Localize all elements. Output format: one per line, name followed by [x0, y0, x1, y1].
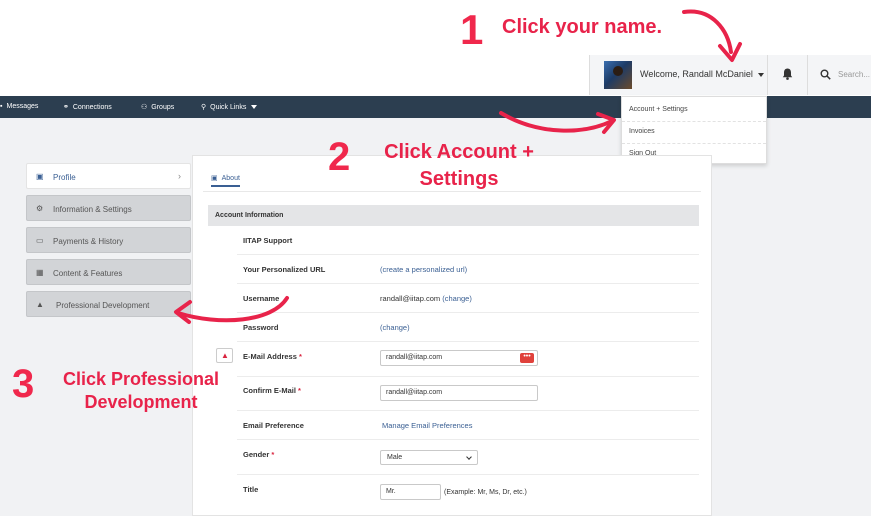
grid-icon: ▦	[36, 268, 44, 277]
divider	[622, 121, 766, 122]
confirm-email-field[interactable]: randall@iitap.com	[380, 385, 538, 401]
confirm-email-label: Confirm E-Mail *	[243, 386, 301, 395]
person-icon: ▲	[221, 351, 229, 360]
search-input[interactable]: Search...	[838, 70, 870, 79]
sidebar-item-payments-history[interactable]: ▭ Payments & History	[26, 227, 191, 253]
profile-icon: ▣	[36, 172, 44, 181]
password-manager-icon[interactable]: •••	[520, 353, 534, 363]
divider	[622, 143, 766, 144]
step-1-number: 1	[460, 6, 484, 53]
chevron-down-icon	[466, 454, 472, 460]
email-pref-label: Email Preference	[243, 421, 304, 430]
divider	[237, 410, 699, 411]
divider	[237, 439, 699, 440]
connections-icon: ⚭	[63, 104, 69, 111]
divider	[237, 376, 699, 377]
nav-item-messages[interactable]: ▪ Messages	[0, 103, 38, 110]
step-3-number: 3	[12, 362, 35, 406]
divider	[237, 312, 699, 313]
menu-item-invoices[interactable]: Invoices	[629, 128, 655, 135]
step-3-text: Click Professional Development	[62, 369, 220, 412]
chevron-right-icon: ›	[178, 171, 181, 181]
password-label: Password	[243, 323, 279, 332]
gender-label: Gender *	[243, 450, 275, 459]
chat-icon: ▪	[0, 103, 3, 110]
sidebar-item-professional-development[interactable]: ▲ Professional Development	[26, 291, 191, 317]
search-icon	[820, 69, 831, 80]
step-1-text: Click your name.	[502, 16, 663, 38]
notifications-button[interactable]	[767, 55, 807, 95]
username-change-link[interactable]: (change)	[442, 294, 472, 303]
divider	[203, 191, 701, 192]
gender-select[interactable]: Male	[380, 450, 478, 465]
profile-icon: ▣	[211, 175, 218, 182]
welcome-label: Welcome, Randall McDaniel	[640, 69, 764, 79]
nav-item-groups[interactable]: ⚇ Groups	[141, 103, 174, 111]
title-label: Title	[243, 485, 259, 494]
username-value: randall@iitap.com (change)	[380, 294, 472, 303]
section-header: Account Information	[208, 205, 699, 226]
sidebar-item-profile[interactable]: ▣ Profile ›	[26, 163, 191, 189]
email-preferences-link[interactable]: Manage Email Preferences	[382, 421, 472, 430]
sidebar-item-information-settings[interactable]: ⚙ Information & Settings	[26, 195, 191, 221]
profile-panel: ▣ About Account Information IITAP Support…	[192, 155, 712, 516]
username-label: Username	[243, 294, 280, 303]
email-label: E-Mail Address *	[243, 352, 302, 361]
nav-item-quick-links[interactable]: ⚲ Quick Links	[201, 103, 258, 111]
avatar	[604, 61, 632, 89]
title-field[interactable]: Mr.	[380, 484, 441, 500]
step-2-number: 2	[328, 135, 351, 179]
tab-about[interactable]: ▣ About	[211, 174, 240, 187]
create-url-link[interactable]: (create a personalized url)	[380, 265, 467, 274]
user-dropdown-menu: Account + Settings Invoices Sign Out	[621, 96, 767, 164]
money-icon: ▭	[36, 236, 44, 245]
groups-icon: ⚇	[141, 104, 148, 111]
search-box[interactable]: Search...	[807, 55, 871, 95]
org-name: IITAP Support	[243, 236, 293, 245]
caret-down-icon	[757, 72, 764, 77]
link-icon: ⚲	[201, 104, 207, 111]
sidebar-item-content-features[interactable]: ▦ Content & Features	[26, 259, 191, 285]
step-2-text: Click Account + Settings	[384, 141, 534, 190]
url-label: Your Personalized URL	[243, 265, 326, 274]
graduation-cap-icon: ▲	[36, 300, 44, 309]
divider	[237, 283, 699, 284]
email-owner-button[interactable]: ▲	[216, 348, 233, 363]
title-hint: (Example: Mr, Ms, Dr, etc.)	[444, 489, 527, 496]
bell-icon	[782, 68, 793, 80]
divider	[237, 254, 699, 255]
divider	[237, 341, 699, 342]
divider	[237, 474, 699, 475]
email-field[interactable]: randall@iitap.com •••	[380, 350, 538, 366]
menu-item-account-settings[interactable]: Account + Settings	[629, 106, 688, 113]
user-menu-toggle[interactable]: Welcome, Randall McDaniel	[589, 55, 767, 95]
password-change-link[interactable]: (change)	[380, 323, 410, 332]
caret-down-icon	[251, 105, 258, 110]
gears-icon: ⚙	[36, 204, 44, 213]
nav-item-connections[interactable]: ⚭ Connections	[63, 103, 112, 111]
